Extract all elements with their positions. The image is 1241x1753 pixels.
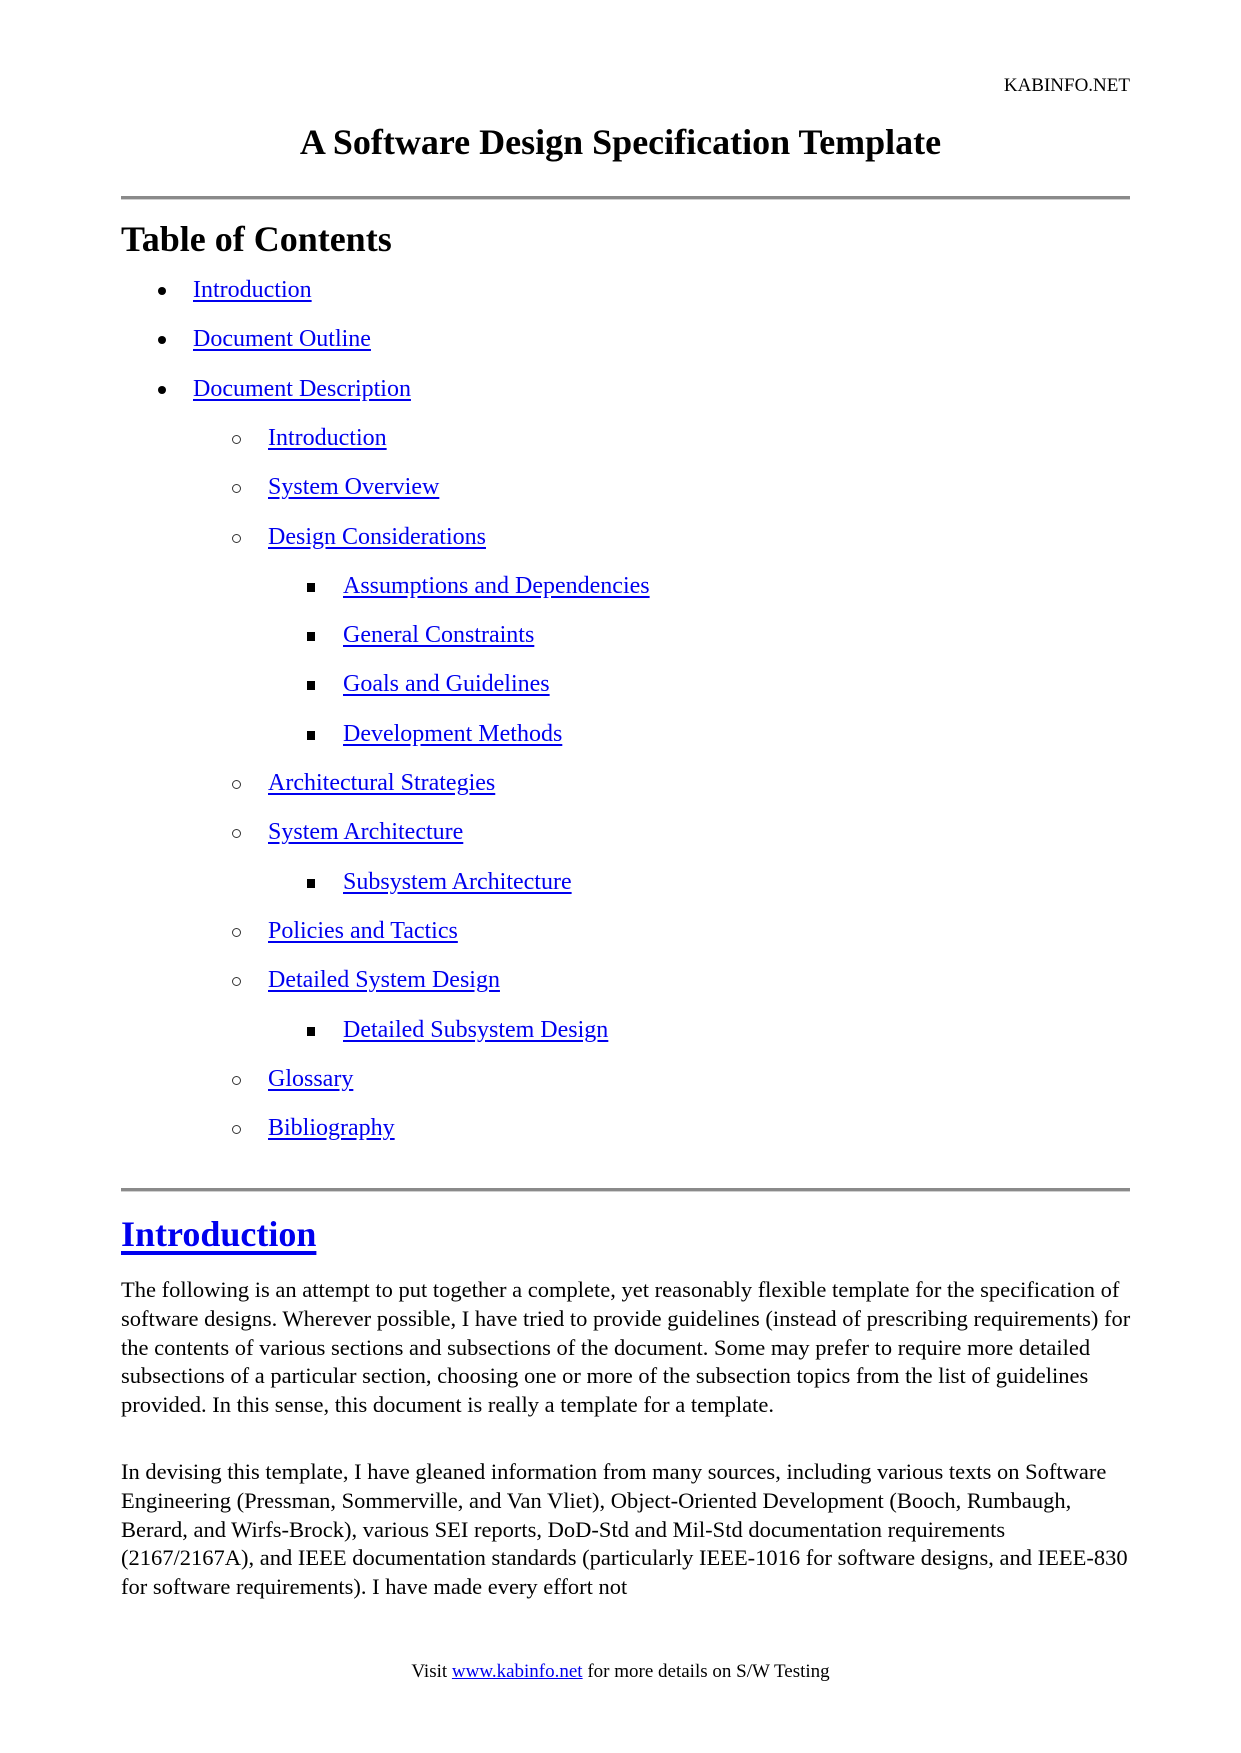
square-bullet-icon: [307, 582, 315, 592]
disc-bullet-icon: [158, 287, 166, 295]
toc-heading: Table of Contents: [121, 219, 392, 259]
toc-link[interactable]: Policies and Tactics: [268, 918, 458, 944]
circle-bullet-icon: [232, 829, 241, 839]
square-bullet-icon: [307, 1026, 315, 1036]
footer-prefix: Visit: [411, 1661, 452, 1682]
circle-bullet-icon: [232, 1075, 241, 1085]
toc-link[interactable]: Glossary: [268, 1066, 353, 1092]
toc-link[interactable]: Document Outline: [193, 326, 371, 352]
circle-bullet-icon: [232, 1125, 241, 1135]
footer-suffix: for more details on S/W Testing: [582, 1661, 830, 1682]
toc-link[interactable]: System Overview: [268, 474, 439, 500]
circle-bullet-icon: [232, 484, 241, 494]
square-bullet-icon: [307, 878, 315, 888]
introduction-heading-link[interactable]: Introduction: [121, 1214, 316, 1254]
square-bullet-icon: [307, 730, 315, 740]
circle-bullet-icon: [232, 780, 241, 789]
circle-bullet-icon: [232, 434, 241, 444]
toc-link[interactable]: Document Description: [193, 376, 411, 402]
toc-link[interactable]: Subsystem Architecture: [343, 869, 572, 895]
header-site-name: KABINFO.NET: [1003, 75, 1130, 96]
square-bullet-icon: [307, 632, 315, 642]
toc-link[interactable]: Development Methods: [343, 721, 562, 747]
square-bullet-icon: [307, 681, 315, 691]
toc-link[interactable]: Design Considerations: [268, 524, 486, 550]
circle-bullet-icon: [232, 927, 241, 937]
circle-bullet-icon: [232, 977, 241, 987]
horizontal-rule: [121, 1188, 1130, 1192]
intro-paragraph: The following is an attempt to put toget…: [121, 1277, 1131, 1418]
footer-link[interactable]: www.kabinfo.net: [452, 1661, 583, 1682]
toc-link[interactable]: Assumptions and Dependencies: [343, 573, 650, 599]
intro-paragraph: In devising this template, I have gleane…: [121, 1459, 1128, 1600]
toc-link[interactable]: Introduction: [268, 425, 387, 451]
toc-link[interactable]: General Constraints: [343, 622, 534, 648]
document-title: A Software Design Specification Template: [299, 122, 942, 162]
toc-link[interactable]: Detailed Subsystem Design: [343, 1017, 608, 1043]
toc-link[interactable]: Goals and Guidelines: [343, 671, 550, 697]
horizontal-rule: [121, 196, 1130, 200]
disc-bullet-icon: [158, 336, 166, 345]
footer: Visit www.kabinfo.net for more details o…: [0, 1661, 1241, 1683]
toc-link[interactable]: System Architecture: [268, 819, 463, 845]
toc-link[interactable]: Detailed System Design: [268, 967, 500, 993]
toc-link[interactable]: Bibliography: [268, 1115, 395, 1141]
circle-bullet-icon: [232, 533, 241, 543]
toc-link[interactable]: Architectural Strategies: [268, 770, 495, 796]
introduction-heading: Introduction: [121, 1213, 316, 1255]
toc-link[interactable]: Introduction: [193, 277, 312, 303]
disc-bullet-icon: [158, 385, 166, 394]
